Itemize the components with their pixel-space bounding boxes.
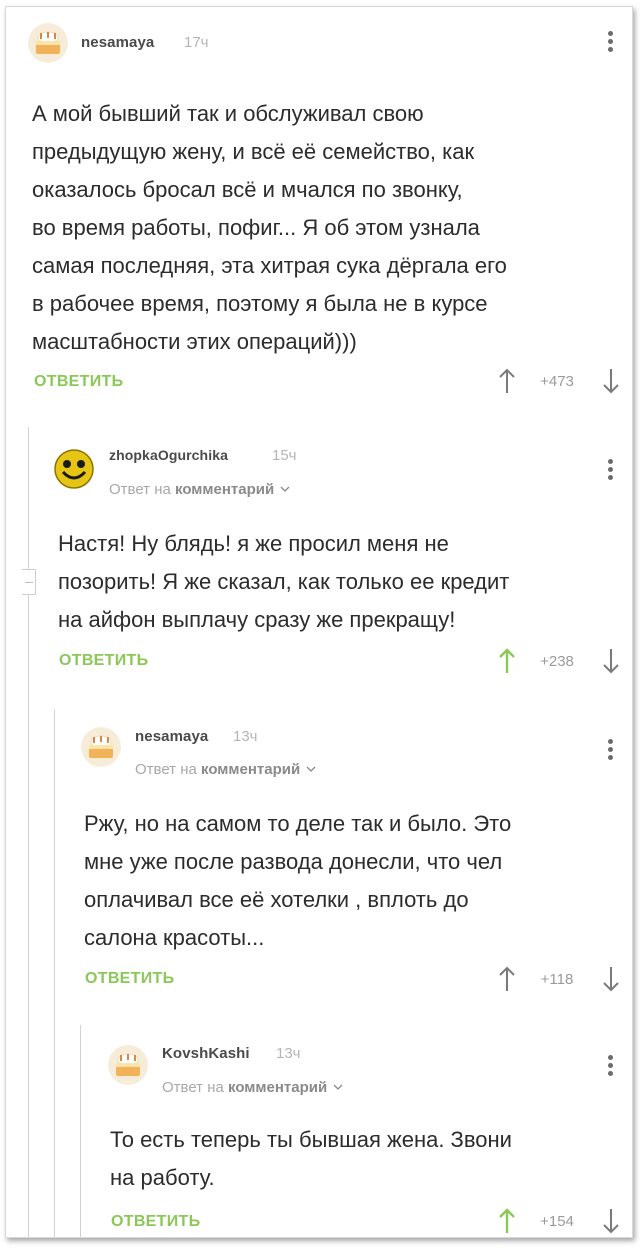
comment-username[interactable]: KovshKashi [162, 1045, 250, 1062]
smiley-avatar-icon[interactable] [54, 449, 94, 489]
reply-to-link[interactable]: Ответ на комментарий [162, 1079, 343, 1096]
downvote-arrow-icon[interactable] [602, 965, 620, 993]
vote-controls: +118 [498, 965, 626, 995]
thread-line-level-2 [54, 709, 55, 1237]
cake-avatar-icon[interactable] [108, 1045, 148, 1085]
comment-body: А мой бывший так и обслуживал свою преды… [32, 101, 507, 354]
more-options-icon[interactable] [606, 31, 614, 55]
cake-avatar-icon[interactable] [28, 23, 68, 63]
upvote-arrow-icon[interactable] [498, 647, 516, 675]
chevron-down-icon [306, 766, 316, 772]
reply-button[interactable]: ОТВЕТИТЬ [34, 373, 123, 391]
comment-time: 15ч [272, 447, 297, 464]
collapse-thread-button[interactable] [22, 569, 36, 595]
downvote-arrow-icon[interactable] [602, 647, 620, 675]
comment-score: +118 [540, 971, 574, 988]
upvote-arrow-icon[interactable] [498, 1207, 516, 1235]
more-options-icon[interactable] [606, 459, 614, 483]
downvote-arrow-icon[interactable] [602, 1207, 620, 1235]
thread-line-level-3 [80, 1025, 81, 1237]
comment-username[interactable]: nesamaya [81, 34, 154, 51]
comment-score: +473 [540, 373, 574, 390]
downvote-arrow-icon[interactable] [602, 367, 620, 395]
more-options-icon[interactable] [606, 739, 614, 763]
reply-to-link[interactable]: Ответ на комментарий [109, 481, 290, 498]
vote-controls: +154 [498, 1207, 626, 1237]
vote-controls: +238 [498, 647, 626, 677]
comments-panel: nesamaya 17ч А мой бывший так и обслужив… [5, 6, 633, 1238]
comment-score: +238 [540, 653, 574, 670]
reply-to-link[interactable]: Ответ на комментарий [135, 761, 316, 778]
thread-line-level-1 [28, 427, 29, 1237]
comment-username[interactable]: zhopkaOgurchika [109, 447, 228, 463]
comment-body: Настя! Ну блядь! я же просил меня не поз… [58, 531, 510, 632]
chevron-down-icon [333, 1084, 343, 1090]
chevron-down-icon [280, 486, 290, 492]
reply-button[interactable]: ОТВЕТИТЬ [111, 1213, 200, 1231]
comment-username[interactable]: nesamaya [135, 728, 208, 745]
cake-avatar-icon[interactable] [81, 727, 121, 767]
upvote-arrow-icon[interactable] [498, 965, 516, 993]
vote-controls: +473 [498, 367, 626, 397]
reply-button[interactable]: ОТВЕТИТЬ [85, 970, 174, 988]
comment-body: Ржу, но на самом то деле так и было. Это… [84, 811, 512, 950]
comment-time: 17ч [184, 34, 209, 51]
reply-button[interactable]: ОТВЕТИТЬ [59, 652, 148, 670]
upvote-arrow-icon[interactable] [498, 367, 516, 395]
comment-time: 13ч [276, 1045, 301, 1062]
comment-score: +154 [540, 1213, 574, 1230]
more-options-icon[interactable] [606, 1055, 614, 1079]
comment-body: То есть теперь ты бывшая жена. Звони на … [110, 1127, 512, 1190]
comment-time: 13ч [233, 728, 258, 745]
